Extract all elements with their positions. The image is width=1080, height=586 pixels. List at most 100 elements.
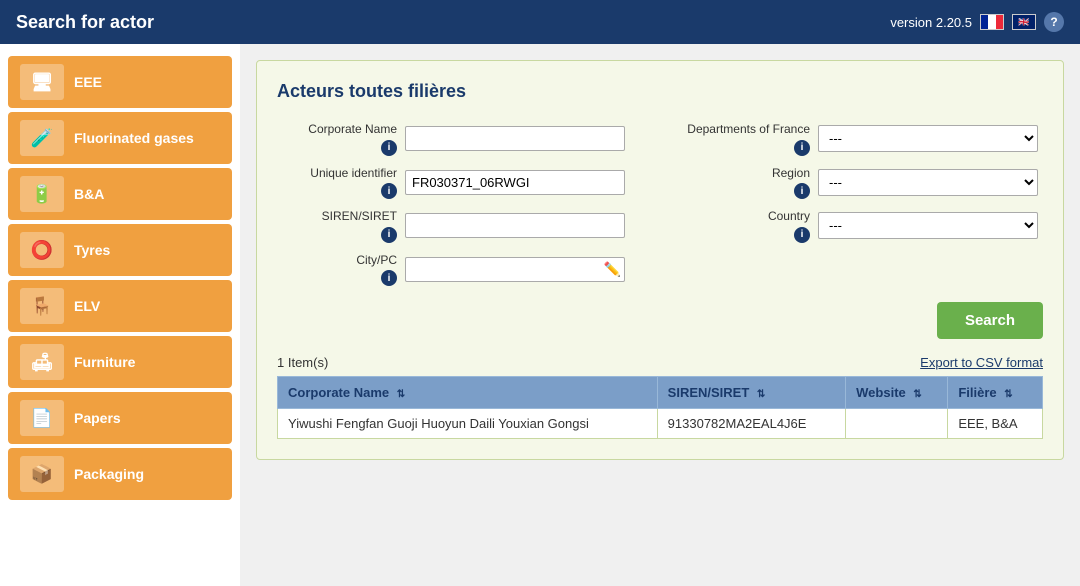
col-filiere-label: Filière: [958, 385, 996, 400]
tyres-icon: ⭕: [20, 232, 64, 268]
siren-row: SIREN/SIRET i: [277, 209, 640, 243]
country-info-icon[interactable]: i: [794, 227, 810, 243]
departments-select[interactable]: ---: [818, 125, 1038, 152]
furniture-icon: 🛋: [20, 344, 64, 380]
sidebar-item-fluorinated-gases[interactable]: 🧪 Fluorinated gases: [8, 112, 232, 164]
papers-icon: 📄: [20, 400, 64, 436]
col-corporate-name[interactable]: Corporate Name ⇅: [278, 377, 658, 409]
col-siren-siret-label: SIREN/SIRET: [668, 385, 750, 400]
sort-icon-filiere[interactable]: ⇅: [1004, 389, 1012, 400]
unique-id-info-icon[interactable]: i: [381, 183, 397, 199]
search-button[interactable]: Search: [937, 302, 1043, 339]
unique-id-label: Unique identifier: [277, 166, 397, 182]
ba-icon: 🔋: [20, 176, 64, 212]
sidebar-item-ba-label: B&A: [74, 186, 104, 202]
table-header-row: Corporate Name ⇅ SIREN/SIRET ⇅ Website ⇅: [278, 377, 1043, 409]
unique-id-input[interactable]: [405, 170, 625, 195]
col-corporate-name-label: Corporate Name: [288, 385, 389, 400]
city-row: City/PC i ✏️: [277, 253, 640, 287]
top-bar-right: version 2.20.5 🇬🇧 ?: [890, 12, 1064, 32]
table-row[interactable]: Yiwushi Fengfan Guoji Huoyun Daili Youxi…: [278, 409, 1043, 439]
city-info-icon[interactable]: i: [381, 270, 397, 286]
city-input[interactable]: [405, 257, 625, 282]
cell-website: [846, 409, 948, 439]
results-count: 1 Item(s): [277, 355, 328, 370]
sidebar-item-papers[interactable]: 📄 Papers: [8, 392, 232, 444]
sidebar-item-tyres[interactable]: ⭕ Tyres: [8, 224, 232, 276]
sidebar-item-tyres-label: Tyres: [74, 242, 110, 258]
col-filiere[interactable]: Filière ⇅: [948, 377, 1043, 409]
sidebar-item-furniture[interactable]: 🛋 Furniture: [8, 336, 232, 388]
sidebar-item-ba[interactable]: 🔋 B&A: [8, 168, 232, 220]
export-csv-link[interactable]: Export to CSV format: [920, 355, 1043, 370]
sidebar-item-elv[interactable]: 🪑 ELV: [8, 280, 232, 332]
siren-input[interactable]: [405, 213, 625, 238]
country-label: Country: [680, 209, 810, 225]
cell-corporate-name: Yiwushi Fengfan Guoji Huoyun Daili Youxi…: [278, 409, 658, 439]
region-label-group: Region i: [680, 166, 810, 200]
sidebar-item-fluorinated-gases-label: Fluorinated gases: [74, 130, 194, 146]
corporate-name-label: Corporate Name: [277, 122, 397, 138]
sort-icon-siren-siret[interactable]: ⇅: [757, 389, 765, 400]
sidebar-item-papers-label: Papers: [74, 410, 121, 426]
fluorinated-gases-icon: 🧪: [20, 120, 64, 156]
form-left: Corporate Name i Unique identifier i: [277, 122, 640, 286]
search-btn-row: Search: [277, 302, 1043, 339]
results-table: Corporate Name ⇅ SIREN/SIRET ⇅ Website ⇅: [277, 376, 1043, 439]
page-title: Search for actor: [16, 12, 154, 33]
city-input-wrap: ✏️: [405, 257, 625, 282]
city-label: City/PC: [277, 253, 397, 269]
departments-label-group: Departments of France i: [680, 122, 810, 156]
flag-fr-icon[interactable]: [980, 14, 1004, 30]
sort-icon-website[interactable]: ⇅: [913, 389, 921, 400]
sidebar-item-packaging[interactable]: 📦 Packaging: [8, 448, 232, 500]
packaging-icon: 📦: [20, 456, 64, 492]
unique-id-label-group: Unique identifier i: [277, 166, 397, 200]
sidebar-item-packaging-label: Packaging: [74, 466, 144, 482]
region-label: Region: [680, 166, 810, 182]
sort-icon-corporate-name[interactable]: ⇅: [397, 389, 405, 400]
sidebar-item-eee[interactable]: 🖥 EEE: [8, 56, 232, 108]
departments-info-icon[interactable]: i: [794, 140, 810, 156]
top-bar: Search for actor version 2.20.5 🇬🇧 ?: [0, 0, 1080, 44]
sidebar-item-eee-label: EEE: [74, 74, 102, 90]
departments-label: Departments of France: [680, 122, 810, 138]
corporate-name-input[interactable]: [405, 126, 625, 151]
version-label: version 2.20.5: [890, 15, 972, 30]
region-row: Region i ---: [680, 166, 1043, 200]
siren-info-icon[interactable]: i: [381, 227, 397, 243]
cell-siren-siret: 91330782MA2EAL4J6E: [657, 409, 845, 439]
departments-row: Departments of France i ---: [680, 122, 1043, 156]
sidebar-item-elv-label: ELV: [74, 298, 100, 314]
form-right: Departments of France i --- Region i: [680, 122, 1043, 286]
country-select[interactable]: ---: [818, 212, 1038, 239]
sidebar-item-furniture-label: Furniture: [74, 354, 135, 370]
panel-title: Acteurs toutes filières: [277, 81, 1043, 102]
sidebar: 🖥 EEE 🧪 Fluorinated gases 🔋 B&A ⭕ Tyres …: [0, 44, 240, 586]
eee-icon: 🖥: [20, 64, 64, 100]
city-label-group: City/PC i: [277, 253, 397, 287]
col-website-label: Website: [856, 385, 906, 400]
region-info-icon[interactable]: i: [794, 183, 810, 199]
cell-filiere: EEE, B&A: [948, 409, 1043, 439]
city-edit-icon[interactable]: ✏️: [604, 261, 621, 278]
country-label-group: Country i: [680, 209, 810, 243]
form-grid: Corporate Name i Unique identifier i: [277, 122, 1043, 286]
siren-label: SIREN/SIRET: [277, 209, 397, 225]
unique-id-row: Unique identifier i: [277, 166, 640, 200]
corporate-name-label-group: Corporate Name i: [277, 122, 397, 156]
region-select[interactable]: ---: [818, 169, 1038, 196]
content-area: Acteurs toutes filières Corporate Name i: [240, 44, 1080, 586]
col-siren-siret[interactable]: SIREN/SIRET ⇅: [657, 377, 845, 409]
main-layout: 🖥 EEE 🧪 Fluorinated gases 🔋 B&A ⭕ Tyres …: [0, 44, 1080, 586]
elv-icon: 🪑: [20, 288, 64, 324]
results-header: 1 Item(s) Export to CSV format: [277, 355, 1043, 370]
siren-label-group: SIREN/SIRET i: [277, 209, 397, 243]
help-icon[interactable]: ?: [1044, 12, 1064, 32]
flag-uk-icon[interactable]: 🇬🇧: [1012, 14, 1036, 30]
search-panel: Acteurs toutes filières Corporate Name i: [256, 60, 1064, 460]
col-website[interactable]: Website ⇅: [846, 377, 948, 409]
country-row: Country i ---: [680, 209, 1043, 243]
corporate-name-row: Corporate Name i: [277, 122, 640, 156]
corporate-name-info-icon[interactable]: i: [381, 140, 397, 156]
